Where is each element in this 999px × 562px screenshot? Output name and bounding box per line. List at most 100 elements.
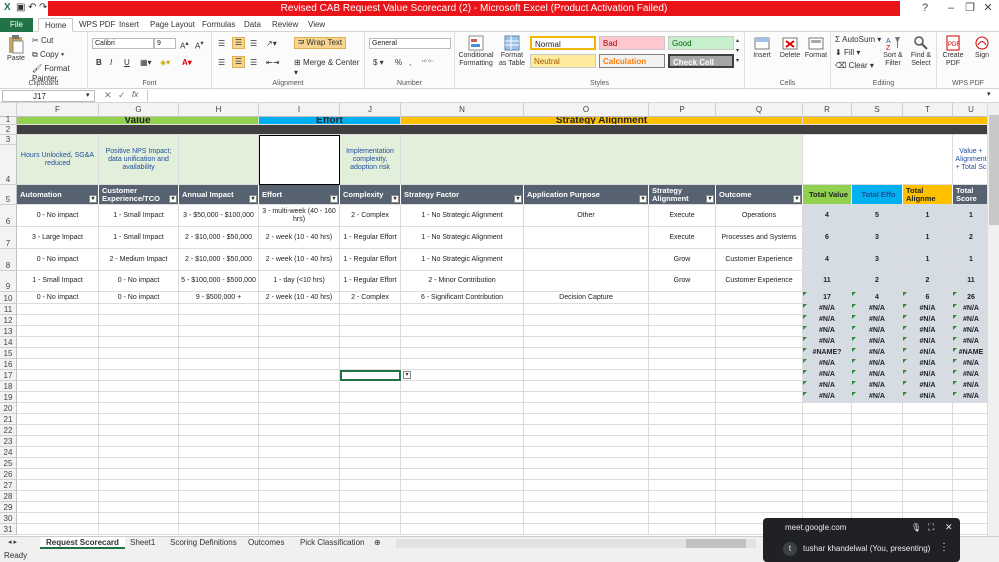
grid-cell[interactable] <box>401 458 524 469</box>
table-row[interactable]: 2 <box>852 271 903 292</box>
grid-cell[interactable] <box>524 304 649 315</box>
grid-cell[interactable] <box>953 403 987 414</box>
grid-cell[interactable] <box>179 502 259 513</box>
filter-dropdown-icon[interactable]: ▾ <box>330 195 338 203</box>
align-center-icon[interactable]: ☰ <box>232 56 246 68</box>
grid-cell[interactable] <box>649 513 716 524</box>
grid-cell[interactable] <box>99 315 179 326</box>
grid-cell[interactable] <box>340 326 401 337</box>
column-header[interactable]: R <box>803 103 852 117</box>
italic-button[interactable]: I <box>110 58 112 68</box>
fill-button[interactable]: ⬇ Fill ▾ <box>835 48 860 58</box>
grid-cell[interactable] <box>401 403 524 414</box>
grid-cell[interactable] <box>259 414 340 425</box>
grid-cell[interactable] <box>953 469 987 480</box>
more-options-icon[interactable]: ⋮ <box>939 542 949 553</box>
table-row[interactable]: 1 - Small Impact <box>99 205 179 227</box>
grid-cell[interactable] <box>340 425 401 436</box>
grid-cell[interactable] <box>524 480 649 491</box>
table-row[interactable]: 1 - Small Impact <box>17 271 99 292</box>
grid-cell[interactable] <box>903 469 953 480</box>
grid-cell[interactable] <box>179 304 259 315</box>
grid-cell[interactable] <box>716 348 803 359</box>
grid-cell[interactable] <box>716 491 803 502</box>
style-neutral[interactable]: Neutral <box>530 54 596 68</box>
grid-cell[interactable] <box>259 524 340 535</box>
table-row[interactable]: 3 - $50,000 - $100,000 <box>179 205 259 227</box>
grid-cell[interactable] <box>99 370 179 381</box>
total-cell[interactable]: #N/A <box>852 370 903 381</box>
grid-cell[interactable] <box>716 337 803 348</box>
grid-cell[interactable] <box>803 458 852 469</box>
align-left-icon[interactable]: ☰ <box>218 58 225 68</box>
grid-cell[interactable] <box>401 502 524 513</box>
table-header-cell[interactable]: Customer Experience/TCO ▾ <box>99 185 179 205</box>
table-row[interactable]: 1 - No Strategic Alignment <box>401 249 524 271</box>
grid-cell[interactable] <box>99 348 179 359</box>
grid-cell[interactable] <box>17 513 99 524</box>
grid-cell[interactable] <box>401 348 524 359</box>
delete-cells-button[interactable]: Delete <box>777 35 803 60</box>
grid-cell[interactable] <box>716 469 803 480</box>
comma-button[interactable]: , <box>409 58 411 68</box>
total-cell[interactable]: #N/A <box>852 304 903 315</box>
grid-cell[interactable] <box>179 359 259 370</box>
new-sheet-icon[interactable]: ⊕ <box>368 537 387 549</box>
filter-dropdown-icon[interactable]: ▾ <box>514 195 522 203</box>
table-row[interactable]: 2 - Minor Contribution <box>401 271 524 292</box>
total-cell[interactable]: #N/A <box>852 337 903 348</box>
grid-cell[interactable] <box>259 480 340 491</box>
grid-cell[interactable] <box>259 447 340 458</box>
cancel-entry-icon[interactable]: ✕ <box>104 90 112 101</box>
total-cell[interactable]: #N/A <box>903 359 953 370</box>
sheet-tab-request-scorecard[interactable]: Request Scorecard <box>40 537 125 549</box>
grid-cell[interactable] <box>99 524 179 535</box>
total-cell[interactable]: #N/A <box>953 381 987 392</box>
grid-cell[interactable] <box>716 370 803 381</box>
grid-cell[interactable] <box>716 359 803 370</box>
table-header-cell[interactable]: Annual Impact ▾ <box>179 185 259 205</box>
grid-cell[interactable] <box>524 326 649 337</box>
grid-cell[interactable] <box>649 436 716 447</box>
row-header[interactable]: 13 <box>0 326 17 337</box>
name-box[interactable]: J17 <box>2 90 95 102</box>
tab-page-layout[interactable]: Page Layout <box>144 18 201 32</box>
total-cell[interactable]: #N/A <box>803 381 852 392</box>
grid-cell[interactable] <box>524 370 649 381</box>
grid-cell[interactable] <box>401 524 524 535</box>
total-cell[interactable]: #NAME <box>953 348 987 359</box>
grid-cell[interactable] <box>179 337 259 348</box>
grid-cell[interactable] <box>17 370 99 381</box>
sheet-tab-scoring-definitions[interactable]: Scoring Definitions <box>164 537 243 549</box>
grid-cell[interactable] <box>524 337 649 348</box>
grid-cell[interactable] <box>17 337 99 348</box>
grid-cell[interactable] <box>340 436 401 447</box>
row-header[interactable]: 14 <box>0 337 17 348</box>
total-cell[interactable]: #N/A <box>903 326 953 337</box>
table-header-cell[interactable]: Outcome ▾ <box>716 185 803 205</box>
grid-cell[interactable] <box>99 447 179 458</box>
grid-cell[interactable] <box>99 458 179 469</box>
row-header[interactable]: 18 <box>0 381 17 392</box>
grid-cell[interactable] <box>340 337 401 348</box>
table-row[interactable]: Operations <box>716 205 803 227</box>
table-row[interactable] <box>524 271 649 292</box>
grid-cell[interactable] <box>99 403 179 414</box>
grid-cell[interactable] <box>903 480 953 491</box>
grid-cell[interactable] <box>649 315 716 326</box>
table-row[interactable]: 2 - Medium Impact <box>99 249 179 271</box>
table-row[interactable]: Decision Capture <box>524 292 649 304</box>
table-row[interactable]: 4 <box>803 249 852 271</box>
grid-cell[interactable] <box>903 436 953 447</box>
column-header[interactable]: G <box>99 103 179 117</box>
grid-cell[interactable] <box>259 315 340 326</box>
table-row[interactable]: 6 - Significant Contribution <box>401 292 524 304</box>
row-header[interactable]: 25 <box>0 458 17 469</box>
grid-cell[interactable] <box>401 480 524 491</box>
column-header[interactable]: Q <box>716 103 803 117</box>
tab-file[interactable]: File <box>0 18 33 32</box>
styles-scroll-icon[interactable]: ▴ ▾ ▾ <box>736 36 739 66</box>
grid-cell[interactable] <box>99 480 179 491</box>
grid-cell[interactable] <box>179 458 259 469</box>
table-row[interactable]: 1 - day (<10 hrs) <box>259 271 340 292</box>
